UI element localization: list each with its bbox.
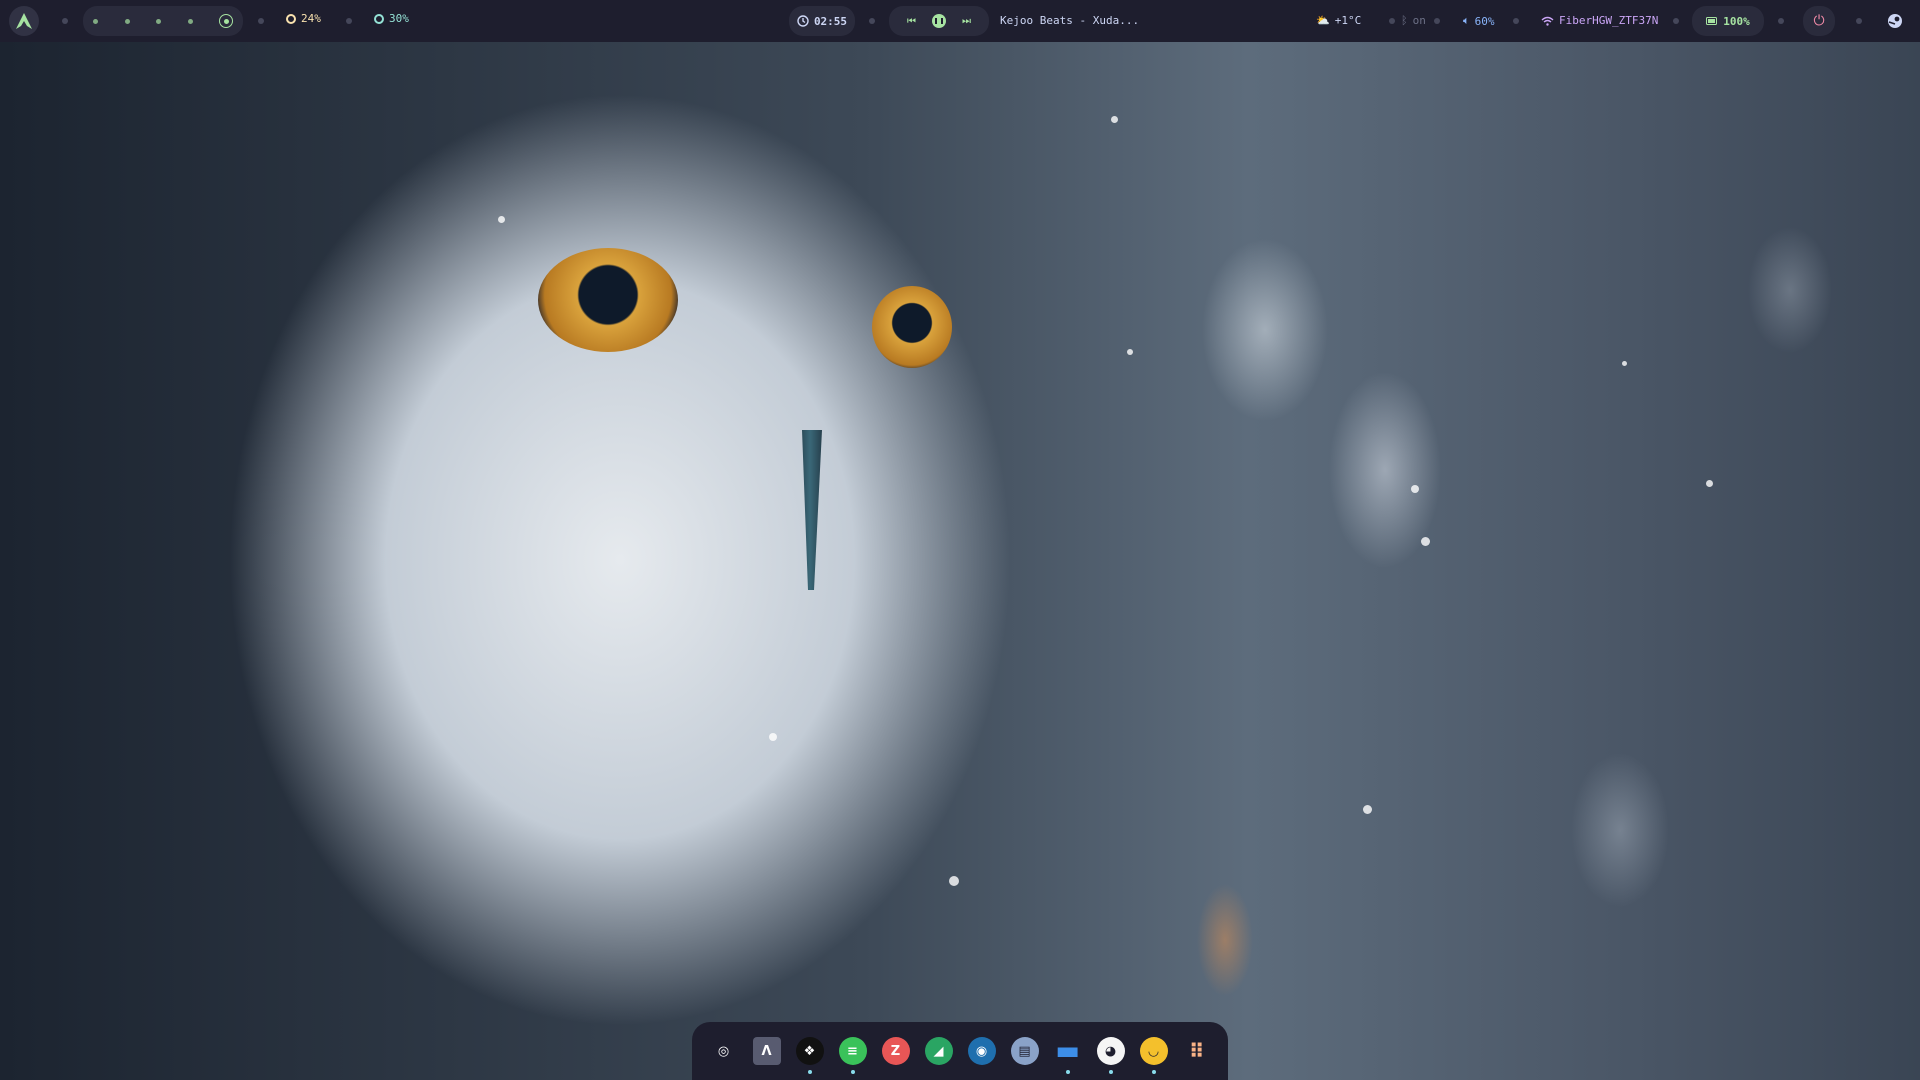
dock-item-github[interactable]: ◕ bbox=[1095, 1035, 1127, 1074]
dock-item-dropbox[interactable]: ❖ bbox=[794, 1035, 826, 1074]
snowflake bbox=[949, 876, 959, 886]
cpu-value: 24% bbox=[301, 12, 321, 25]
text-editor-icon: ▤ bbox=[1010, 1037, 1039, 1065]
clock-time: 02:55 bbox=[813, 14, 848, 28]
memory-icon bbox=[374, 13, 384, 24]
snowflake bbox=[1111, 116, 1118, 123]
owl-left-eye bbox=[538, 248, 678, 352]
battery-icon bbox=[1706, 17, 1718, 25]
separator-dot bbox=[346, 18, 352, 24]
steam-icon: ◉ bbox=[967, 1037, 996, 1065]
wifi-icon bbox=[1541, 16, 1554, 26]
cpu-usage[interactable]: 24% bbox=[286, 12, 321, 25]
separator-dot bbox=[62, 18, 68, 24]
android-studio-icon: ◢ bbox=[924, 1037, 953, 1065]
separator-dot bbox=[1856, 18, 1862, 24]
skip-next-icon[interactable]: ⏭ bbox=[962, 16, 971, 27]
dock-item-text-editor[interactable]: ▤ bbox=[1009, 1035, 1041, 1067]
workspace-2[interactable] bbox=[124, 18, 130, 24]
dock-item-arch-terminal[interactable]: Λ bbox=[751, 1035, 783, 1067]
app-grid-icon: ⠿ bbox=[1182, 1037, 1211, 1065]
separator-dot bbox=[1434, 18, 1440, 24]
running-indicator bbox=[850, 1070, 855, 1074]
snowflake bbox=[1622, 361, 1627, 366]
weather[interactable]: ⛅ +1°C bbox=[1316, 14, 1361, 27]
separator-dot bbox=[1513, 18, 1519, 24]
bluetooth-icon: ᛒ bbox=[1401, 14, 1408, 27]
dock-item-spotify[interactable]: ≡ bbox=[837, 1035, 869, 1074]
memory-value: 30% bbox=[389, 12, 409, 25]
wifi[interactable]: FiberHGW_ZTF37N bbox=[1541, 14, 1658, 27]
separator-dot bbox=[869, 18, 875, 24]
clock-icon bbox=[797, 15, 809, 27]
running-indicator bbox=[807, 1070, 812, 1074]
snowflake bbox=[1411, 485, 1419, 493]
workspace-4[interactable] bbox=[187, 18, 193, 24]
weather-value: +1°C bbox=[1334, 14, 1362, 27]
dock-item-steam[interactable]: ◉ bbox=[966, 1035, 998, 1067]
dock-item-android-studio[interactable]: ◢ bbox=[923, 1035, 955, 1067]
github-icon: ◕ bbox=[1096, 1037, 1125, 1065]
dock-item-app-grid[interactable]: ⠿ bbox=[1181, 1035, 1213, 1067]
workspace-3[interactable] bbox=[156, 18, 161, 24]
dock-item-filezilla[interactable]: Z bbox=[880, 1035, 912, 1067]
filezilla-icon: Z bbox=[881, 1037, 910, 1065]
dock-item-files-folder[interactable]: ▬ bbox=[1052, 1035, 1084, 1074]
separator-dot bbox=[1389, 18, 1395, 24]
dock-item-ollama[interactable]: ◡ bbox=[1138, 1035, 1170, 1074]
running-indicator bbox=[1151, 1070, 1156, 1074]
owl-right-eye bbox=[872, 286, 952, 368]
volume-icon: 🔈︎ bbox=[1463, 14, 1470, 27]
owl-beak bbox=[802, 430, 822, 590]
running-indicator bbox=[1108, 1070, 1113, 1074]
dock-item-settings-rings[interactable]: ◎ bbox=[708, 1035, 740, 1067]
snowflake bbox=[769, 733, 777, 741]
arch-terminal-icon: Λ bbox=[752, 1037, 781, 1065]
clock[interactable]: 02:55 bbox=[789, 6, 855, 36]
steam-tray-icon[interactable] bbox=[1880, 6, 1910, 36]
settings-rings-icon: ◎ bbox=[709, 1037, 738, 1065]
battery-value: 100% bbox=[1723, 14, 1750, 28]
separator-dot bbox=[258, 18, 264, 24]
running-indicator bbox=[1065, 1070, 1070, 1074]
workspace-5-active[interactable] bbox=[219, 14, 233, 28]
wifi-ssid: FiberHGW_ZTF37N bbox=[1559, 14, 1659, 27]
snowflake bbox=[1363, 805, 1372, 814]
pause-icon[interactable] bbox=[932, 14, 946, 28]
partly-cloudy-icon: ⛅ bbox=[1316, 14, 1330, 27]
skip-previous-icon[interactable]: ⏮ bbox=[907, 16, 916, 27]
bluetooth-value: on bbox=[1412, 14, 1426, 27]
steam-tray-glyph bbox=[1888, 14, 1902, 28]
files-folder-icon: ▬ bbox=[1055, 1036, 1080, 1066]
cpu-icon bbox=[286, 13, 296, 24]
dropbox-icon: ❖ bbox=[795, 1037, 824, 1065]
top-bar: 24% 30% 02:55 ⏮ ⏭ Kejoo Beats - Xuda... … bbox=[0, 0, 1920, 42]
desktop-wallpaper bbox=[0, 0, 1920, 1080]
volume-value: 60% bbox=[1474, 14, 1495, 28]
ollama-icon: ◡ bbox=[1139, 1037, 1168, 1065]
snowflake bbox=[1421, 537, 1430, 546]
spotify-icon: ≡ bbox=[838, 1037, 867, 1065]
separator-dot bbox=[1673, 18, 1679, 24]
battery[interactable]: 100% bbox=[1692, 6, 1764, 36]
arch-logo-icon[interactable] bbox=[9, 6, 39, 36]
media-controls: ⏮ ⏭ bbox=[889, 6, 989, 36]
dock: ◎ Λ ❖ ≡ Z ◢ ◉ ▤ ▬ ◕ ◡ ⠿ bbox=[692, 1022, 1228, 1080]
workspace-switcher bbox=[83, 6, 243, 36]
power-button[interactable]: ⏻ bbox=[1803, 6, 1835, 36]
snowflake bbox=[1127, 349, 1133, 355]
separator-dot bbox=[1778, 18, 1784, 24]
workspace-1[interactable] bbox=[93, 18, 98, 24]
snowflake bbox=[498, 216, 505, 223]
snowflake bbox=[1706, 480, 1713, 487]
now-playing-title[interactable]: Kejoo Beats - Xuda... bbox=[1000, 14, 1139, 27]
bluetooth[interactable]: ᛒ on bbox=[1401, 14, 1426, 27]
volume[interactable]: 🔈︎ 60% bbox=[1463, 14, 1494, 28]
arch-logo-glyph bbox=[16, 13, 32, 29]
power-icon: ⏻ bbox=[1813, 13, 1825, 29]
memory-usage[interactable]: 30% bbox=[374, 12, 409, 25]
